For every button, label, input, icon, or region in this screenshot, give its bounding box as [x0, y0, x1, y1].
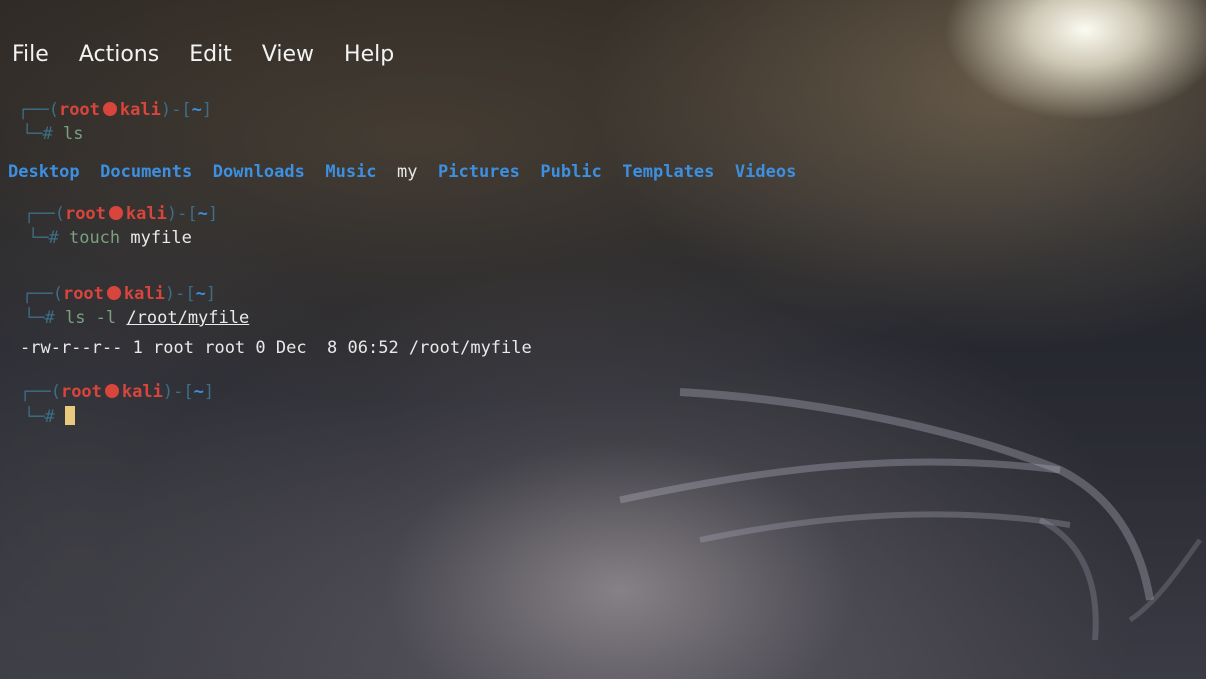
command-line-2: └─# touch myfile [28, 228, 192, 248]
dir-templates: Templates [622, 162, 715, 182]
command-line-1: └─# ls [22, 124, 84, 144]
dir-desktop: Desktop [8, 162, 80, 182]
skull-icon [106, 286, 121, 300]
ls-output: Desktop Documents Downloads Music my Pic… [8, 162, 796, 182]
dir-videos: Videos [734, 162, 797, 182]
terminal-output[interactable]: ┌──(root kali)-[~] └─# ls Desktop Documen… [0, 0, 1206, 679]
skull-icon [108, 206, 123, 220]
dir-music: Music [325, 162, 377, 182]
command-line-4[interactable]: └─# [24, 406, 75, 427]
file-my: my [397, 162, 418, 182]
command-line-3: └─# ls -l /root/myfile [24, 308, 250, 328]
prompt-line-1: ┌──(root kali)-[~] [18, 100, 213, 120]
skull-icon [102, 102, 117, 116]
ls-l-output: -rw-r--r-- 1 root root 0 Dec 8 06:52 /ro… [20, 338, 532, 358]
dir-downloads: Downloads [212, 162, 305, 182]
text-cursor [64, 406, 75, 425]
prompt-line-2: ┌──(root kali)-[~] [24, 204, 219, 224]
skull-icon [104, 384, 119, 398]
dir-pictures: Pictures [438, 162, 520, 182]
prompt-line-4: ┌──(root kali)-[~] [20, 382, 215, 402]
dir-public: Public [540, 162, 602, 182]
prompt-line-3: ┌──(root kali)-[~] [22, 284, 217, 304]
dir-documents: Documents [100, 162, 193, 182]
